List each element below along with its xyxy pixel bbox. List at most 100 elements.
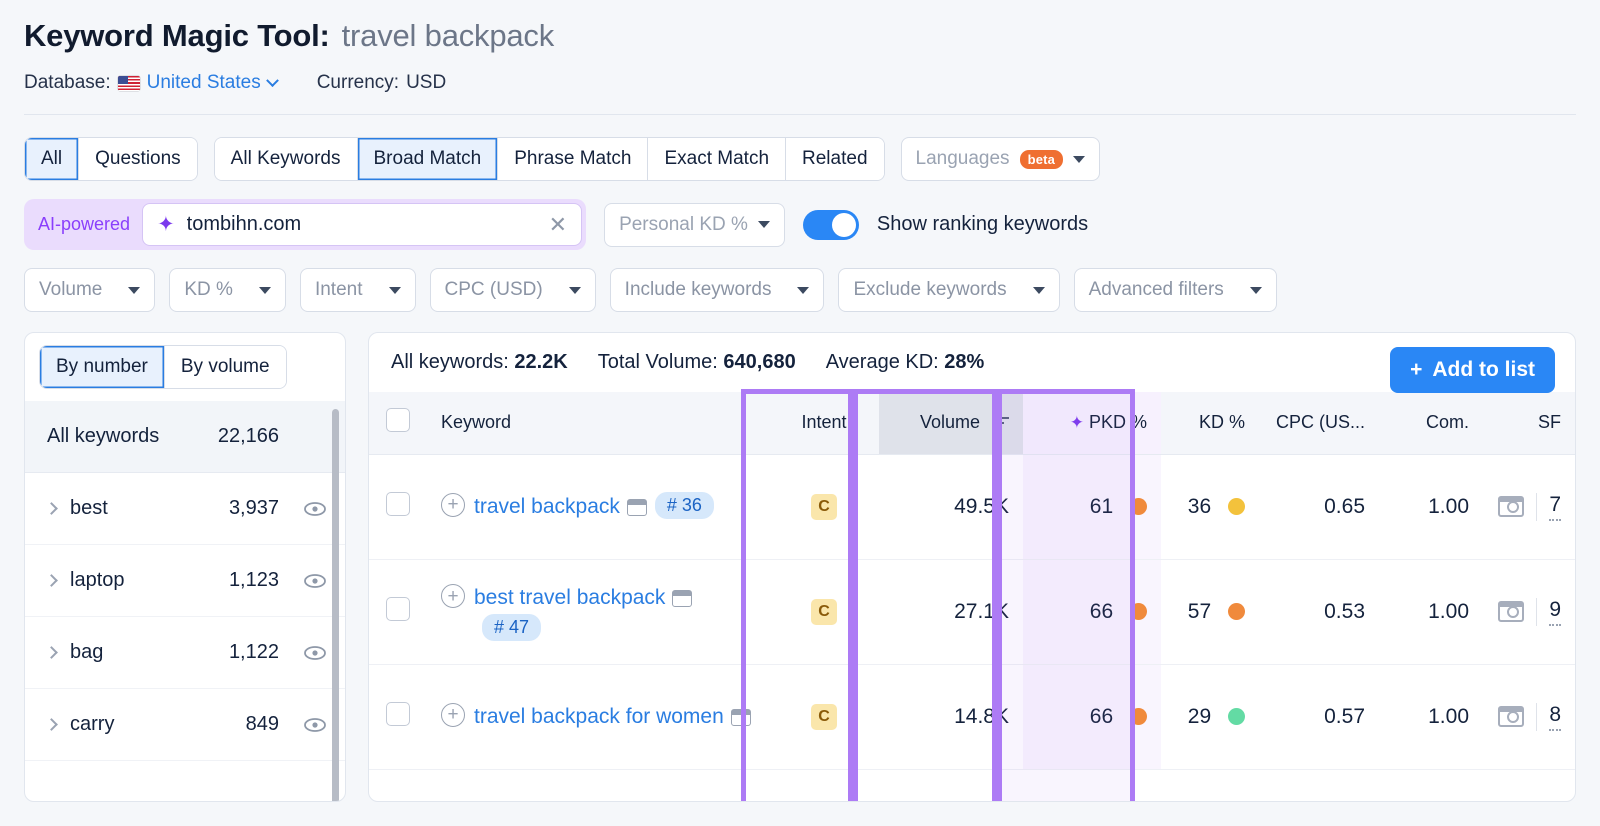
sidebar-all-label: All keywords	[47, 425, 160, 447]
domain-field[interactable]: ✦ ✕	[142, 203, 583, 246]
content-area: By number By volume All keywords 22,166 …	[0, 312, 1600, 802]
cell-cpc: 0.57	[1259, 664, 1379, 770]
cell-pkd: 66	[1023, 559, 1161, 665]
eye-icon[interactable]	[303, 641, 327, 665]
pkd-status-dot	[1130, 602, 1147, 620]
chevron-right-icon[interactable]	[45, 502, 58, 515]
clear-icon[interactable]: ✕	[549, 213, 567, 236]
rank-badge[interactable]: # 36	[654, 491, 714, 519]
table-row[interactable]: + best travel backpack # 47 C 27.1K 66 57…	[369, 559, 1575, 665]
chevron-right-icon[interactable]	[45, 574, 58, 587]
sidebar-item-all-keywords[interactable]: All keywords 22,166	[25, 401, 345, 473]
row-select-cell	[369, 664, 427, 770]
keyword-link[interactable]: best travel backpack	[474, 586, 665, 609]
languages-dropdown[interactable]: Languages beta	[900, 137, 1101, 181]
cell-volume: 27.1K	[879, 559, 1023, 665]
stat-total-volume-label: Total Volume:	[597, 351, 718, 373]
sf-value: 9	[1549, 598, 1561, 626]
sidebar-item-carry[interactable]: carry 849	[25, 689, 345, 761]
table-row[interactable]: + travel backpack for women C 14.8K 66 2…	[369, 664, 1575, 770]
column-volume[interactable]: Volume	[879, 392, 1023, 455]
filter-include-keywords[interactable]: Include keywords	[609, 268, 825, 312]
personal-kd-dropdown[interactable]: Personal KD %	[604, 202, 785, 247]
filter-volume[interactable]: Volume	[24, 268, 156, 312]
cell-sf: 7	[1483, 454, 1575, 560]
row-checkbox[interactable]	[386, 491, 410, 516]
currency-value: USD	[406, 72, 447, 93]
domain-input[interactable]	[186, 213, 537, 236]
column-com[interactable]: Com.	[1379, 392, 1483, 455]
chevron-down-icon	[258, 286, 271, 294]
page-title-query: travel backpack	[341, 18, 555, 53]
intent-badge[interactable]: C	[811, 494, 837, 520]
serp-preview-icon[interactable]	[1498, 706, 1525, 727]
column-cpc[interactable]: CPC (US...	[1259, 392, 1379, 455]
rank-badge[interactable]: # 47	[482, 613, 542, 641]
chevron-down-icon	[1249, 286, 1262, 294]
serp-preview-icon[interactable]	[1498, 601, 1525, 622]
column-sf[interactable]: SF	[1483, 392, 1575, 455]
column-pkd[interactable]: ✦ PKD %	[1023, 392, 1161, 455]
intent-badge[interactable]: C	[811, 704, 837, 730]
sidebar-mode-by-number[interactable]: By number	[40, 346, 165, 388]
column-kd[interactable]: KD %	[1161, 392, 1259, 455]
sidebar-item-bag[interactable]: bag 1,122	[25, 617, 345, 689]
keyword-scope-segment: All Questions	[24, 137, 198, 181]
filter-cpc[interactable]: CPC (USD)	[429, 268, 596, 312]
select-all-checkbox[interactable]	[386, 408, 410, 433]
keyword-link[interactable]: travel backpack	[474, 495, 620, 518]
filter-advanced[interactable]: Advanced filters	[1073, 268, 1277, 312]
tab-phrase-match[interactable]: Phrase Match	[498, 138, 649, 180]
row-checkbox[interactable]	[386, 701, 410, 726]
cell-intent: C	[769, 664, 879, 770]
stat-total-volume-value: 640,680	[723, 351, 796, 373]
stat-all-keywords-value: 22.2K	[514, 351, 568, 373]
chevron-down-icon[interactable]	[265, 73, 279, 87]
expand-keyword-icon[interactable]: +	[441, 584, 465, 609]
serp-features-icon	[730, 708, 751, 726]
expand-keyword-icon[interactable]: +	[441, 702, 465, 727]
cell-keyword: + travel backpack # 36	[427, 454, 769, 560]
row-select-cell	[369, 454, 427, 560]
sparkle-icon: ✦	[1069, 413, 1084, 433]
sf-value: 8	[1549, 703, 1561, 731]
column-keyword[interactable]: Keyword	[427, 392, 769, 455]
chevron-down-icon	[568, 286, 581, 294]
eye-icon[interactable]	[303, 497, 327, 521]
database-selector[interactable]: Database: United States	[24, 72, 279, 94]
sidebar-sort-segment: By number By volume	[39, 345, 287, 389]
ai-filter-row: AI-powered ✦ ✕ Personal KD % Show rankin…	[0, 181, 1600, 250]
serp-features-icon	[672, 590, 693, 608]
filter-intent[interactable]: Intent	[299, 268, 416, 312]
column-intent[interactable]: Intent	[769, 392, 879, 455]
chevron-right-icon[interactable]	[45, 646, 58, 659]
tab-questions[interactable]: Questions	[79, 138, 197, 180]
sidebar-mode-by-volume[interactable]: By volume	[164, 346, 286, 388]
show-ranking-keywords-toggle[interactable]	[802, 209, 859, 240]
filter-exclude-keywords[interactable]: Exclude keywords	[838, 268, 1060, 312]
sidebar-scrollbar[interactable]	[332, 409, 339, 801]
expand-keyword-icon[interactable]: +	[441, 492, 465, 517]
keyword-link[interactable]: travel backpack for women	[474, 705, 724, 728]
eye-icon[interactable]	[303, 713, 327, 737]
tab-broad-match[interactable]: Broad Match	[357, 138, 499, 180]
tab-all-keywords[interactable]: All Keywords	[214, 138, 358, 180]
intent-badge[interactable]: C	[811, 599, 837, 625]
serp-preview-icon[interactable]	[1498, 496, 1525, 517]
tab-all[interactable]: All	[25, 138, 80, 180]
tab-exact-match[interactable]: Exact Match	[648, 138, 787, 180]
database-value[interactable]: United States	[147, 72, 261, 94]
sort-icon[interactable]	[993, 417, 1009, 430]
stat-average-kd-value: 28%	[944, 351, 985, 373]
eye-icon[interactable]	[303, 569, 327, 593]
tab-related[interactable]: Related	[786, 138, 884, 180]
chevron-right-icon[interactable]	[45, 718, 58, 731]
currency-info: Currency: USD	[317, 72, 446, 94]
filter-kd[interactable]: KD %	[169, 268, 286, 312]
sidebar-item-best[interactable]: best 3,937	[25, 473, 345, 545]
row-checkbox[interactable]	[386, 596, 410, 621]
sidebar-group-label: carry	[70, 713, 115, 735]
table-row[interactable]: + travel backpack # 36 C 49.5K 61 36 0.6…	[369, 454, 1575, 560]
sidebar-item-laptop[interactable]: laptop 1,123	[25, 545, 345, 617]
add-to-list-button[interactable]: + Add to list	[1390, 347, 1555, 393]
